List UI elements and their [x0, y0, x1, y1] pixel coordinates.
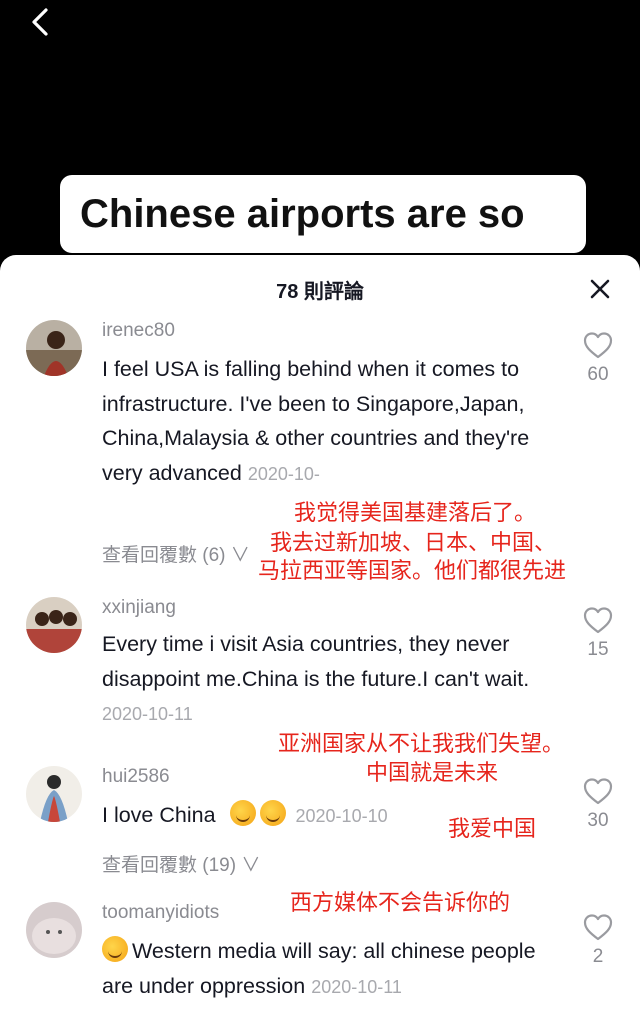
smiling-face-with-hearts-emoji — [229, 800, 256, 826]
comment-username[interactable]: irenec80 — [102, 320, 175, 342]
comment-timestamp: 2020-10- — [247, 463, 320, 484]
avatar[interactable] — [26, 320, 82, 376]
translation-annotation: 我觉得美国基建落后了。 — [294, 501, 537, 526]
like-count: 15 — [587, 639, 609, 660]
view-replies-button[interactable]: 查看回覆數 (19) ∨ — [102, 850, 260, 877]
comment-text: Western media will say: all chinese peop… — [102, 934, 542, 1004]
heart-icon — [583, 607, 613, 634]
comment-timestamp: 2020-10-11 — [311, 976, 402, 997]
comment-username[interactable]: toomanyidiots — [102, 902, 219, 924]
avatar[interactable] — [26, 597, 82, 653]
comments-count-title: 78 則評論 — [276, 281, 364, 303]
comment-body: Every time i visit Asia countries, they … — [102, 632, 530, 691]
heart-icon — [583, 914, 613, 941]
comment-text: I feel USA is falling behind when it com… — [102, 352, 542, 491]
translation-annotation: 我爱中国 — [448, 817, 537, 842]
like-count: 2 — [592, 946, 604, 967]
comment-body: I love China — [102, 803, 216, 827]
comments-sheet: 78 則評論 irenec80 I feel USA is falling be… — [0, 255, 640, 1015]
comment-text: Every time i visit Asia countries, they … — [102, 627, 542, 732]
heart-icon — [583, 332, 613, 359]
comment-username[interactable]: hui2586 — [102, 766, 170, 788]
like-count: 60 — [587, 364, 609, 385]
translation-annotation: 中国就是未来 — [366, 761, 499, 786]
like-button[interactable]: 30 — [578, 776, 618, 832]
smiling-face-with-hearts-emoji — [259, 800, 286, 826]
heart-icon — [583, 778, 613, 805]
comment-timestamp: 2020-10-10 — [295, 806, 388, 826]
like-button[interactable]: 15 — [578, 605, 618, 661]
like-count: 30 — [587, 810, 609, 831]
smiling-face-with-hearts-emoji — [102, 936, 128, 962]
translation-annotation: 我去过新加坡、日本、中国、 — [270, 531, 557, 556]
back-icon[interactable] — [26, 6, 58, 38]
video-caption: Chinese airports are so — [60, 175, 586, 253]
translation-annotation: 马拉西亚等国家。他们都很先进 — [258, 559, 567, 584]
avatar[interactable] — [26, 766, 82, 822]
avatar[interactable] — [26, 902, 82, 958]
view-replies-button[interactable]: 查看回覆數 (6) ∨ — [102, 540, 250, 567]
translation-annotation: 亚洲国家从不让我我们失望。 — [278, 732, 565, 757]
comment-username[interactable]: xxinjiang — [102, 597, 176, 619]
comment-timestamp: 2020-10-11 — [102, 704, 193, 724]
like-button[interactable]: 60 — [578, 330, 618, 386]
like-button[interactable]: 2 — [578, 912, 618, 968]
close-icon[interactable] — [588, 277, 612, 301]
translation-annotation: 西方媒体不会告诉你的 — [290, 891, 511, 916]
